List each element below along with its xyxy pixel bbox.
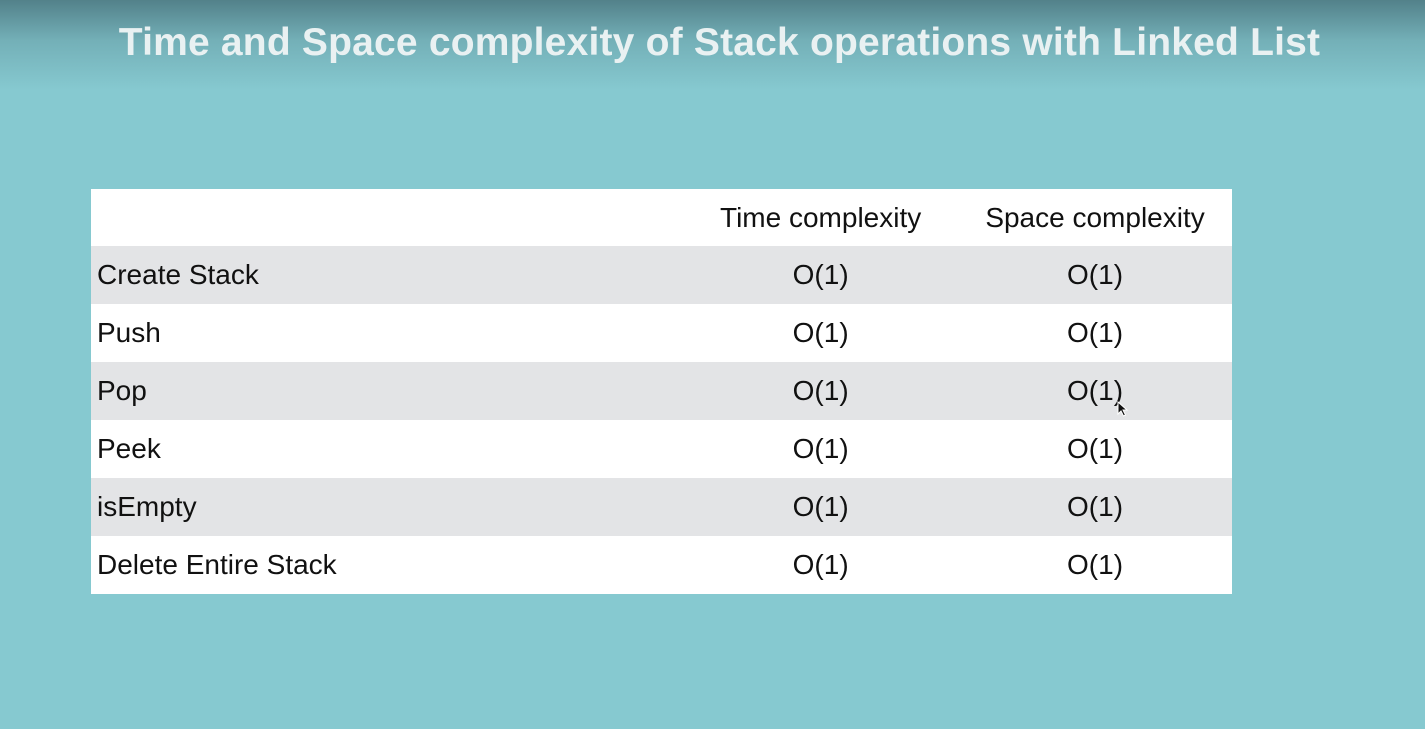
time-complexity-cell: O(1) [683,420,959,478]
table-row: Push O(1) O(1) [91,304,1232,362]
time-complexity-cell: O(1) [683,536,959,594]
time-complexity-cell: O(1) [683,362,959,420]
space-complexity-cell: O(1) [958,304,1232,362]
table-row: isEmpty O(1) O(1) [91,478,1232,536]
space-complexity-cell: O(1) [958,478,1232,536]
space-complexity-cell: O(1) [958,420,1232,478]
mouse-pointer-icon [1117,401,1129,417]
space-complexity-cell: O(1) [958,536,1232,594]
space-complexity-cell: O(1) [958,362,1232,420]
table-row: Delete Entire Stack O(1) O(1) [91,536,1232,594]
operation-cell: Pop [91,362,684,420]
table-header-row: Time complexity Space complexity [91,189,1232,246]
operation-cell: Delete Entire Stack [91,536,684,594]
operation-cell: Create Stack [91,246,684,304]
table-row: Pop O(1) O(1) [91,362,1232,420]
table-row: Create Stack O(1) O(1) [91,246,1232,304]
complexity-table: Time complexity Space complexity Create … [91,189,1232,594]
time-complexity-cell: O(1) [683,246,959,304]
header-operation [91,189,684,246]
time-complexity-cell: O(1) [683,304,959,362]
table-row: Peek O(1) O(1) [91,420,1232,478]
operation-cell: Peek [91,420,684,478]
space-complexity-cell: O(1) [958,246,1232,304]
header-time-complexity: Time complexity [683,189,959,246]
operation-cell: Push [91,304,684,362]
slide-title: Time and Space complexity of Stack opera… [118,21,1321,64]
operation-cell: isEmpty [91,478,684,536]
header-space-complexity: Space complexity [958,189,1232,246]
time-complexity-cell: O(1) [683,478,959,536]
